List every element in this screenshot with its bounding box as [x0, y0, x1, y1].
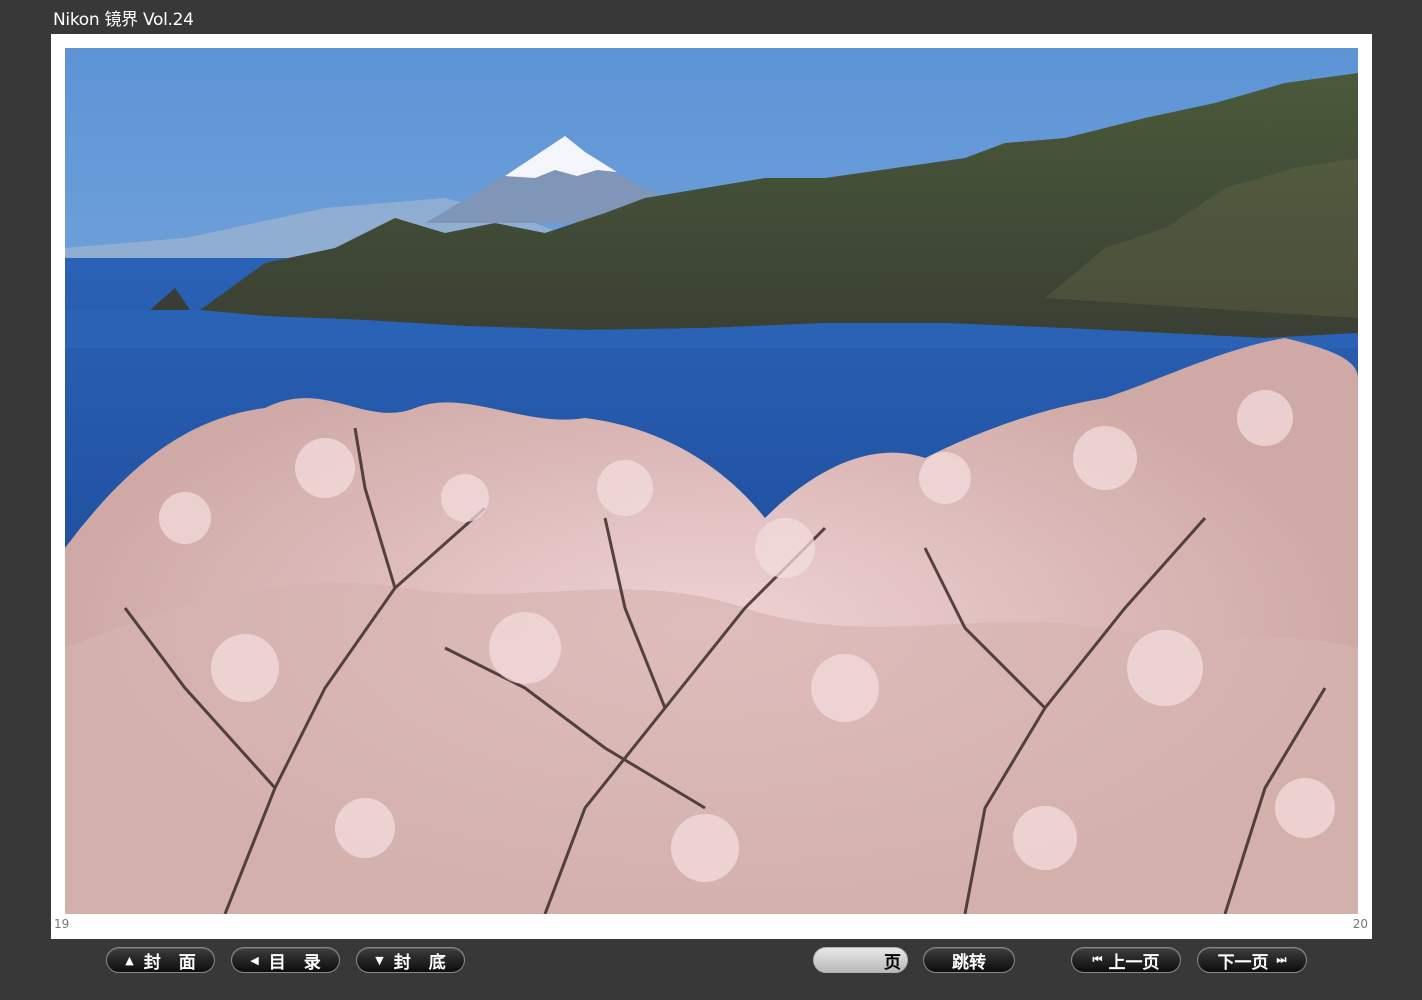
back-cover-label: 封底	[393, 952, 464, 973]
right-page-number: 20	[1352, 917, 1368, 931]
page-suffix-label: 页	[884, 952, 901, 973]
jump-label: 跳转	[952, 952, 986, 973]
window-title: Nikon 镜界 Vol.24	[53, 10, 194, 30]
toc-label: 目录	[268, 952, 339, 973]
skip-back-icon: ⏮	[1092, 953, 1103, 966]
magazine-spread: 19 20	[51, 34, 1372, 939]
prev-page-label: 上一页	[1108, 952, 1160, 973]
left-triangle-icon: ◀	[250, 953, 259, 967]
next-page-label: 下一页	[1217, 952, 1269, 973]
toc-button[interactable]: ◀ 目录	[231, 947, 340, 973]
cover-label: 封面	[143, 952, 214, 973]
jump-button[interactable]: 跳转	[923, 947, 1015, 973]
landscape-photo	[65, 48, 1358, 914]
page-number-input[interactable]	[820, 949, 884, 971]
down-triangle-icon: ▼	[375, 953, 384, 967]
left-page-number: 19	[54, 917, 70, 931]
skip-forward-icon: ⏭	[1276, 953, 1287, 966]
prev-page-button[interactable]: ⏮ 上一页	[1071, 947, 1181, 973]
up-triangle-icon: ▲	[125, 953, 134, 967]
back-cover-button[interactable]: ▼ 封底	[356, 947, 465, 973]
page-number-field[interactable]: 页	[813, 947, 908, 973]
next-page-button[interactable]: 下一页 ⏭	[1197, 947, 1307, 973]
cover-button[interactable]: ▲ 封面	[106, 947, 215, 973]
